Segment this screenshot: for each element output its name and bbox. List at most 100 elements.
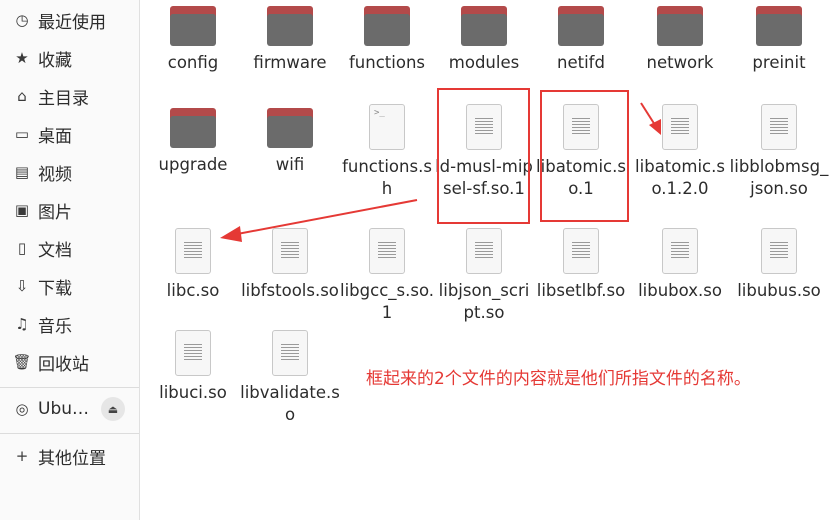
sidebar-item-pictures[interactable]: ▣ 图片 [0,192,139,228]
highlight-box [540,90,629,222]
sidebar-item-downloads[interactable]: ⇩ 下载 [0,268,139,304]
text-file-icon [369,228,405,274]
home-icon: ⌂ [17,87,27,105]
text-file-icon [662,104,698,150]
file-name: libgcc_s.so.1 [340,281,434,322]
text-file-icon [466,228,502,274]
folder-icon [558,6,604,46]
folder-item[interactable]: network [630,0,730,74]
sidebar-item-label: 音乐 [38,316,72,337]
highlight-box [437,88,530,224]
file-name: libvalidate.so [240,383,340,424]
text-file-icon [272,330,308,376]
folder-icon [756,6,802,46]
picture-icon: ▣ [14,201,30,219]
text-file-icon [761,104,797,150]
file-item[interactable]: >_ functions.sh [337,104,437,200]
sidebar-item-label: 回收站 [38,354,89,375]
file-name: libblobmsg_json.so [729,157,829,198]
sidebar-item-label: 其他位置 [38,448,106,469]
plus-icon: + [15,447,29,465]
sidebar-item-label: 收藏 [38,50,72,71]
sidebar-item-home[interactable]: ⌂ 主目录 [0,78,139,114]
folder-item[interactable]: firmware [240,0,340,74]
sidebar-item-documents[interactable]: ▯ 文档 [0,230,139,266]
trash-icon: 🗑 [12,353,32,371]
sidebar-item-drive[interactable]: ◎ Ubu… ⏏ [0,391,139,427]
sidebar-item-desktop[interactable]: ▭ 桌面 [0,116,139,152]
sidebar-item-label: 下载 [38,278,72,299]
file-item[interactable]: libc.so [143,228,243,302]
file-item[interactable]: libblobmsg_json.so [729,104,829,200]
file-name: functions [349,53,425,72]
sidebar-divider [0,433,139,434]
sidebar-item-recent[interactable]: ◷ 最近使用 [0,2,139,38]
file-name: libfstools.so [241,281,339,300]
folder-icon [267,6,313,46]
folder-item[interactable]: preinit [729,0,829,74]
sidebar-item-label: 主目录 [38,88,89,109]
text-file-icon [175,228,211,274]
sidebar-item-other-locations[interactable]: + 其他位置 [0,438,139,474]
file-name: libuci.so [159,383,227,402]
folder-item[interactable]: wifi [240,102,340,176]
script-file-icon: >_ [369,104,405,150]
folder-item[interactable]: functions [337,0,437,74]
sidebar-item-label: Ubu… [38,399,90,419]
file-item[interactable]: libubox.so [630,228,730,302]
eject-icon[interactable]: ⏏ [101,397,125,421]
file-name: functions.sh [342,157,432,198]
text-file-icon [175,330,211,376]
file-name: preinit [752,53,806,72]
folder-icon [267,108,313,148]
file-name: libjson_script.so [438,281,530,322]
folder-icon [657,6,703,46]
file-item[interactable]: libsetlbf.so [531,228,631,302]
file-name: firmware [253,53,327,72]
sidebar-item-label: 最近使用 [38,12,106,33]
file-name: libc.so [166,281,220,300]
folder-icon [364,6,410,46]
video-icon: ▤ [14,163,30,181]
folder-item[interactable]: config [143,0,243,74]
file-name: netifd [557,53,605,72]
sidebar: ◷ 最近使用 ★ 收藏 ⌂ 主目录 ▭ 桌面 ▤ 视频 ▣ 图片 ▯ 文档 ⇩ … [0,0,140,520]
file-item[interactable]: libvalidate.so [240,330,340,426]
text-file-icon [662,228,698,274]
folder-icon [170,6,216,46]
folder-icon [461,6,507,46]
file-item[interactable]: libjson_script.so [434,228,534,324]
file-name: config [167,53,219,72]
text-file-icon [761,228,797,274]
sidebar-item-label: 图片 [38,202,72,223]
file-grid: config firmware functions modules netifd… [141,0,834,520]
file-name: wifi [275,155,305,174]
sidebar-item-label: 文档 [38,240,72,261]
annotation-text: 框起来的2个文件的内容就是他们所指文件的名称。 [366,369,751,389]
text-file-icon [272,228,308,274]
folder-item[interactable]: modules [434,0,534,74]
sidebar-item-label: 视频 [38,164,72,185]
desktop-icon: ▭ [14,125,30,143]
file-name: network [646,53,714,72]
clock-icon: ◷ [15,11,29,29]
file-name: libatomic.so.1.2.0 [635,157,725,198]
file-name: libubus.so [737,281,821,300]
sidebar-item-videos[interactable]: ▤ 视频 [0,154,139,190]
file-item[interactable]: libgcc_s.so.1 [337,228,437,324]
folder-item[interactable]: netifd [531,0,631,74]
file-item[interactable]: libfstools.so [240,228,340,302]
file-item[interactable]: libatomic.so.1.2.0 [630,104,730,200]
file-item[interactable]: libuci.so [143,330,243,404]
sidebar-item-trash[interactable]: 🗑 回收站 [0,344,139,380]
disc-icon: ◎ [15,400,29,418]
folder-item[interactable]: upgrade [143,102,243,176]
file-name: modules [448,53,520,72]
document-icon: ▯ [17,239,27,257]
file-item[interactable]: libubus.so [729,228,829,302]
music-icon: ♫ [15,315,29,333]
text-file-icon [563,228,599,274]
sidebar-item-starred[interactable]: ★ 收藏 [0,40,139,76]
sidebar-item-label: 桌面 [38,126,72,147]
sidebar-item-music[interactable]: ♫ 音乐 [0,306,139,342]
